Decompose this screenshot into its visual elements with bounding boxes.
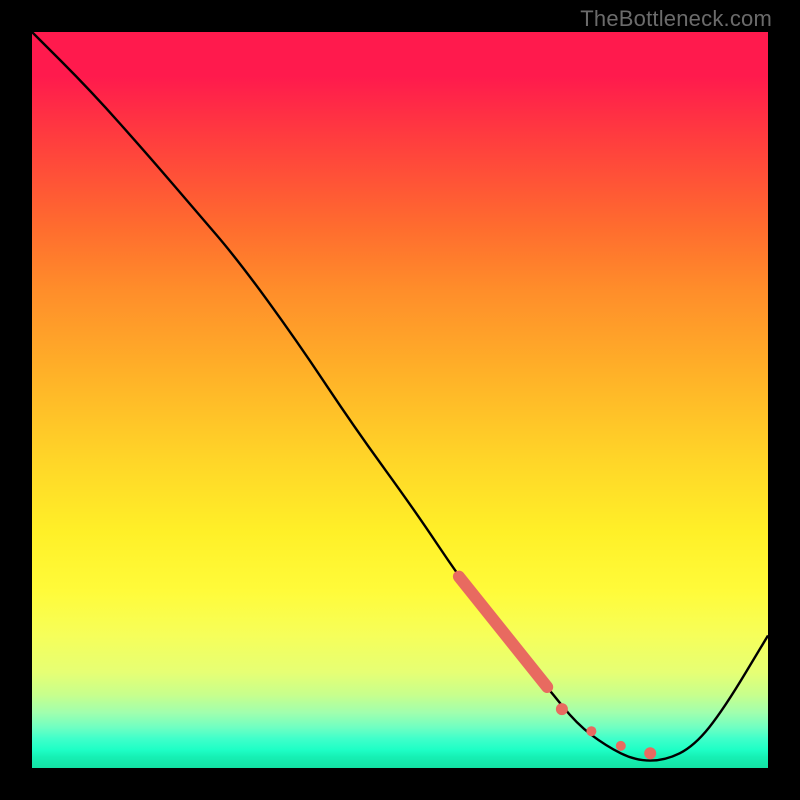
dotted-point [586,726,596,736]
highlight-segment [459,577,547,687]
chart-svg [32,32,768,768]
watermark-text: TheBottleneck.com [580,6,772,32]
dotted-optimal-zone [556,703,656,759]
plot-area [32,32,768,768]
dotted-point [556,703,568,715]
dotted-point [644,747,656,759]
bottleneck-curve [32,32,768,761]
chart-frame: TheBottleneck.com [0,0,800,800]
dotted-point [616,741,626,751]
